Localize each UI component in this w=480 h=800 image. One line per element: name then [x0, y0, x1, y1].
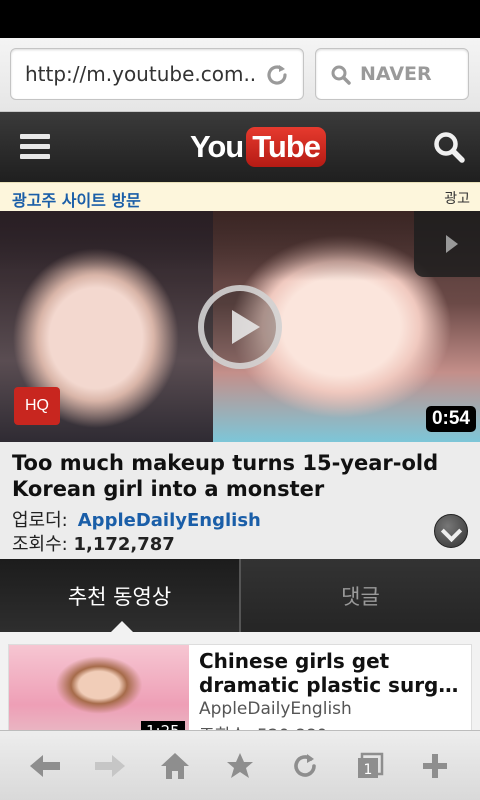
video-duration: 0:54	[425, 406, 476, 432]
related-title-line1: Chinese girls get	[199, 649, 390, 673]
home-icon[interactable]	[153, 744, 197, 788]
logo-you-text: You	[190, 129, 244, 164]
reload-icon[interactable]	[263, 61, 291, 89]
views-label: 조회수:	[12, 534, 68, 555]
related-thumbnail: 1:25	[9, 645, 189, 730]
logo-tube-text: Tube	[246, 127, 326, 167]
tabs-icon[interactable]: 1	[348, 744, 392, 788]
hq-badge[interactable]: HQ	[14, 387, 60, 425]
url-field[interactable]: http://m.youtube.com...	[10, 48, 304, 100]
url-text: http://m.youtube.com...	[25, 62, 257, 86]
views-row: 조회수: 1,172,787	[12, 530, 175, 556]
related-title-line2: dramatic plastic surger...	[199, 673, 467, 697]
list-item[interactable]: 1:25 Chinese girls get dramatic plastic …	[8, 644, 472, 730]
related-uploader: AppleDailyEnglish	[199, 699, 352, 719]
expand-details-chevron-icon[interactable]	[434, 514, 468, 548]
thumbnail-shade-left	[0, 211, 213, 271]
back-icon[interactable]	[23, 744, 67, 788]
browser-bottom-bar: 1	[0, 730, 480, 800]
refresh-icon[interactable]	[283, 744, 327, 788]
ad-visit-link[interactable]: 광고주 사이트 방문	[12, 187, 141, 211]
add-icon[interactable]	[413, 744, 457, 788]
video-info: Too much makeup turns 15-year-old Korean…	[0, 442, 480, 559]
status-bar	[0, 0, 480, 38]
video-title: Too much makeup turns 15-year-old Korean…	[12, 451, 439, 501]
related-duration: 1:25	[141, 721, 185, 730]
ad-bar: 광고주 사이트 방문 광고	[0, 182, 480, 211]
content-tabs: 추천 동영상 댓글	[0, 559, 480, 633]
related-views: 조회수: 520,880	[199, 721, 327, 730]
uploader-row: 업로더: AppleDailyEnglish	[12, 506, 261, 532]
ad-label: 광고	[444, 191, 470, 207]
bookmark-star-icon[interactable]	[218, 744, 262, 788]
play-icon[interactable]	[198, 285, 282, 369]
search-icon[interactable]	[432, 130, 466, 164]
uploader-link[interactable]: AppleDailyEnglish	[78, 510, 261, 531]
youtube-logo[interactable]: You Tube	[190, 126, 326, 168]
svg-text:1: 1	[364, 762, 373, 778]
next-video-icon[interactable]	[414, 211, 480, 277]
youtube-header: You Tube	[0, 112, 480, 182]
forward-icon[interactable]	[88, 744, 132, 788]
menu-icon[interactable]	[20, 134, 50, 160]
tab-comments[interactable]: 댓글	[241, 559, 480, 632]
search-icon	[331, 65, 351, 85]
browser-toolbar: http://m.youtube.com... NAVER	[0, 38, 480, 112]
related-videos-list: 1:25 Chinese girls get dramatic plastic …	[0, 632, 480, 730]
video-player[interactable]: HQ 0:54	[0, 211, 480, 442]
view-count: 1,172,787	[73, 534, 175, 555]
uploader-label: 업로더:	[12, 510, 68, 531]
search-engine-label: NAVER	[360, 63, 432, 85]
tab-recommended[interactable]: 추천 동영상	[0, 559, 241, 633]
search-engine-field[interactable]: NAVER	[315, 48, 469, 100]
